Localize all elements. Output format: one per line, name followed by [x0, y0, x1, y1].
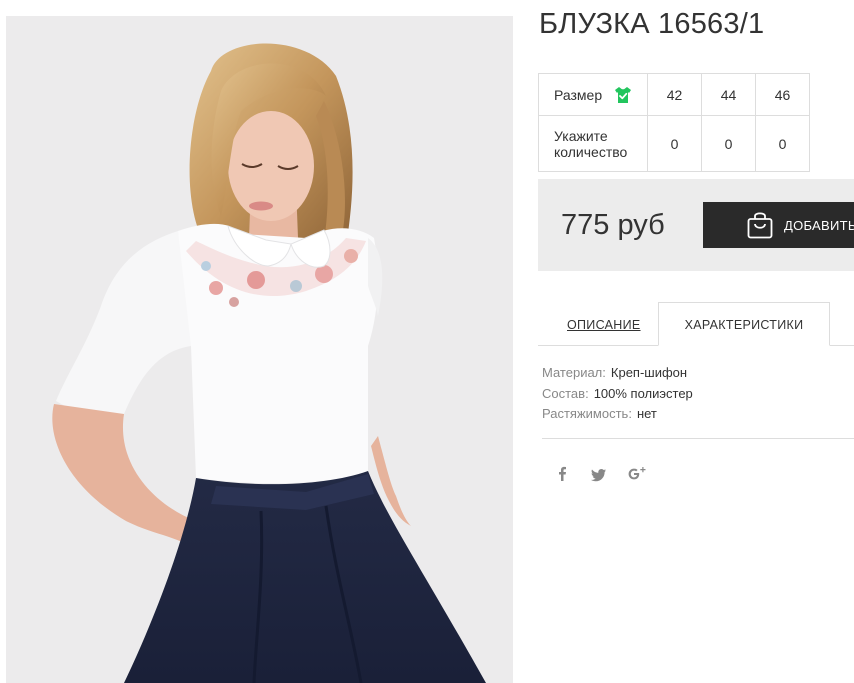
price-box: 775 руб ДОБАВИТЬ	[538, 179, 854, 271]
characteristic-composition: Состав: 100% полиэстер	[542, 386, 693, 407]
quantity-input-42[interactable]: 0	[647, 115, 702, 172]
twitter-icon[interactable]	[589, 462, 609, 486]
product-image	[6, 16, 513, 683]
product-photo[interactable]	[6, 16, 513, 683]
size-label: Размер	[554, 86, 603, 103]
add-to-cart-label: ДОБАВИТЬ	[784, 218, 854, 233]
tab-description[interactable]: ОПИСАНИЕ	[567, 318, 641, 332]
size-label-cell: Размер	[538, 73, 648, 116]
size-44[interactable]: 44	[701, 73, 756, 116]
product-price: 775 руб	[561, 209, 665, 241]
quantity-label-line1: Укажите	[554, 127, 608, 144]
characteristic-value: нет	[636, 406, 657, 421]
tab-characteristics[interactable]: ХАРАКТЕРИСТИКИ	[658, 302, 830, 346]
characteristic-value: Креп-шифон	[610, 365, 688, 380]
characteristic-material: Материал: Креп-шифон	[542, 365, 693, 386]
tshirt-check-icon[interactable]	[614, 86, 632, 104]
characteristics-list: Материал: Креп-шифон Состав: 100% полиэсте…	[542, 365, 693, 427]
quantity-label-line2: количество	[554, 143, 628, 160]
quantity-row: Укажите количество 0 0 0	[538, 115, 810, 172]
characteristic-value: 100% полиэстер	[593, 385, 693, 401]
facebook-icon[interactable]	[555, 462, 569, 486]
quantity-input-44[interactable]: 0	[701, 115, 756, 172]
characteristic-stretch: Растяжимость: нет	[542, 406, 693, 427]
tab-characteristics-label: ХАРАКТЕРИСТИКИ	[684, 318, 804, 332]
characteristic-key: Растяжимость:	[542, 406, 632, 421]
quantity-label: Укажите количество	[538, 115, 648, 172]
product-title: БЛУЗКА 16563/1	[539, 8, 765, 40]
characteristic-key: Материал:	[542, 365, 606, 380]
size-42[interactable]: 42	[647, 73, 702, 116]
divider	[542, 438, 854, 439]
google-plus-icon[interactable]	[626, 462, 648, 486]
quantity-input-46[interactable]: 0	[755, 115, 810, 172]
size-row: Размер 42 44 46	[538, 73, 810, 116]
size-table: Размер 42 44 46 Укажите количество 0 0 0	[538, 73, 810, 172]
shopping-bag-icon	[747, 212, 773, 239]
size-46[interactable]: 46	[755, 73, 810, 116]
add-to-cart-button[interactable]: ДОБАВИТЬ	[703, 202, 854, 248]
characteristic-key: Состав:	[542, 385, 589, 401]
